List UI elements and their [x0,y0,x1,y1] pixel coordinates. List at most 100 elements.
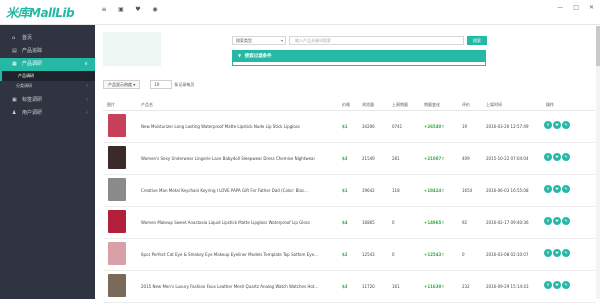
search-button[interactable]: 搜索 [467,36,487,45]
table-row[interactable]: New Moisturizer Long Lasting Waterproof … [103,111,595,143]
product-rating: 92 [462,220,468,225]
product-thumbnail[interactable] [108,178,126,201]
product-price: $3 [342,284,348,289]
table-row[interactable]: Women Makeup Sweet Anastasia Liquid Lips… [103,207,595,239]
sort-dropdown[interactable]: 产品显示热度 ▾ [103,80,141,89]
product-name[interactable]: Women's Sexy Underwear Lingerie Lace Bab… [141,156,315,161]
edit-action-icon[interactable]: ✎ [562,153,570,161]
table-row[interactable]: 2015 New Men's Luxury Fashion Faux Leath… [103,271,595,303]
chevron-down-icon: ▾ [280,38,283,43]
advanced-filter-panel [232,62,486,66]
close-icon[interactable]: ✕ [589,5,594,11]
product-name[interactable]: Women Makeup Sweet Anastasia Liquid Lips… [141,220,310,225]
screen-icon[interactable]: ▣ [118,7,124,13]
sidebar-item-user-research[interactable]: ♟ 用户调研 ‹ [0,107,95,120]
column-header[interactable]: 评价 [462,102,470,108]
sidebar-subitem-label: 产品调研 [18,73,34,78]
row-actions: ⚲ ✚ ✎ [544,185,570,193]
sidebar-item-product-research[interactable]: ▦ 产品调研 ∨ [0,58,95,71]
sidebar-item-tracking[interactable]: ▤ 产品追踪 [0,45,95,58]
heart-icon[interactable]: ♥ [135,7,141,13]
sidebar-item-label: 标签调研 [22,97,43,103]
table-body: New Moisturizer Long Lasting Waterproof … [103,111,595,303]
product-weekly-sales: 0741 [392,124,403,129]
edit-action-icon[interactable]: ✎ [562,249,570,257]
add-action-icon[interactable]: ✚ [553,121,561,129]
product-price: $1 [342,124,348,129]
product-rating: 1654 [462,188,473,193]
advanced-filter-toggle[interactable]: ▼ 搜索过滤条件 [232,50,486,62]
product-thumbnail[interactable] [108,146,126,169]
chevron-left-icon: ‹ [86,97,88,103]
column-header[interactable]: 价格 [342,102,350,108]
sidebar-item-label: 首页 [22,35,33,41]
product-thumbnail[interactable] [108,210,126,233]
product-name[interactable]: 2015 New Men's Luxury Fashion Faux Leath… [141,284,318,289]
product-name[interactable]: 6pcs Perfect Cat Eye & Smokey Eye Makeup… [141,252,318,257]
sidebar-item-tag-research[interactable]: ▣ 标签调研 ‹ [0,94,95,107]
search-action-icon[interactable]: ⚲ [544,153,552,161]
search-action-icon[interactable]: ⚲ [544,281,552,289]
edit-action-icon[interactable]: ✎ [562,121,570,129]
chevron-down-icon: ∨ [84,61,88,67]
sidebar-item-label: 用户调研 [22,110,43,116]
table-row[interactable]: Creative Man Metal Keychain Keyring I LO… [103,175,595,207]
product-weekly-sales: 0 [392,220,395,225]
sidebar-subitem-product-research[interactable]: 产品调研 [0,71,95,81]
maximize-icon[interactable]: □ [573,5,579,11]
column-header[interactable]: 上周销量 [392,102,408,108]
edit-action-icon[interactable]: ✎ [562,281,570,289]
add-action-icon[interactable]: ✚ [553,153,561,161]
column-header[interactable]: 图片 [107,102,115,108]
scrollbar[interactable] [596,26,600,299]
product-rating: 409 [462,156,470,161]
per-page-select[interactable]: 10 [150,80,173,89]
table-row[interactable]: Women's Sexy Underwear Lingerie Lace Bab… [103,143,595,175]
column-header[interactable]: 上架时间 [486,102,502,108]
search-action-icon[interactable]: ⚲ [544,121,552,129]
table-row[interactable]: 6pcs Perfect Cat Eye & Smokey Eye Makeup… [103,239,595,271]
minimize-icon[interactable]: — [557,5,563,11]
menu-icon[interactable]: ≡ [101,7,107,13]
row-actions: ⚲ ✚ ✎ [544,121,570,129]
add-action-icon[interactable]: ✚ [553,249,561,257]
scrollbar-thumb[interactable] [596,26,600,66]
product-name[interactable]: New Moisturizer Long Lasting Waterproof … [141,124,300,129]
search-action-icon[interactable]: ⚲ [544,217,552,225]
user-icon: ♟ [12,110,17,116]
column-header[interactable]: 产品名 [141,102,153,108]
product-thumbnail[interactable] [108,274,126,297]
app-logo[interactable]: 米库MallLib [6,4,75,21]
edit-action-icon[interactable]: ✎ [562,185,570,193]
product-views: 16865 [362,220,375,225]
top-icon-group: ≡ ▣ ♥ ◉ [101,7,158,13]
column-header[interactable]: 销量变化 [424,102,440,108]
search-type-select[interactable]: 搜索类型 ▾ [232,36,286,45]
product-listed-date: 2015-10-22 07:04:04 [486,156,529,161]
add-action-icon[interactable]: ✚ [553,217,561,225]
column-header[interactable]: 浏览量 [362,102,374,108]
product-sales-change: +14965↑ [424,220,445,225]
search-action-icon[interactable]: ⚲ [544,185,552,193]
product-thumbnail[interactable] [108,114,126,137]
search-action-icon[interactable]: ⚲ [544,249,552,257]
product-sales-change: +18424↑ [424,188,445,193]
settings-icon[interactable]: ◉ [152,7,158,13]
product-thumbnail[interactable] [108,242,126,265]
product-table: 图片 产品名 价格 浏览量 上周销量 销量变化 评价 上架时间 操作 New M… [103,99,595,303]
sidebar-item-home[interactable]: ⌂ 首页 [0,32,95,45]
edit-action-icon[interactable]: ✎ [562,217,570,225]
per-page-label: 条记录每页 [174,81,195,87]
product-weekly-sales: 161 [392,284,400,289]
column-header[interactable]: 操作 [546,102,554,108]
chevron-left-icon: ‹ [86,83,88,89]
sidebar: ⌂ 首页 ▤ 产品追踪 ▦ 产品调研 ∨ 产品调研 分类调研 ‹ ▣ 标签调研 … [0,25,95,299]
add-action-icon[interactable]: ✚ [553,281,561,289]
sidebar-subitem-category-research[interactable]: 分类调研 ‹ [0,81,95,91]
add-action-icon[interactable]: ✚ [553,185,561,193]
product-sales-change: +26540↑ [424,124,445,129]
product-views: 12543 [362,252,375,257]
product-name[interactable]: Creative Man Metal Keychain Keyring I LO… [141,188,308,193]
caret-down-icon: ▼ [238,53,242,58]
search-input[interactable]: 输入产品关键词搜索 [289,36,464,45]
